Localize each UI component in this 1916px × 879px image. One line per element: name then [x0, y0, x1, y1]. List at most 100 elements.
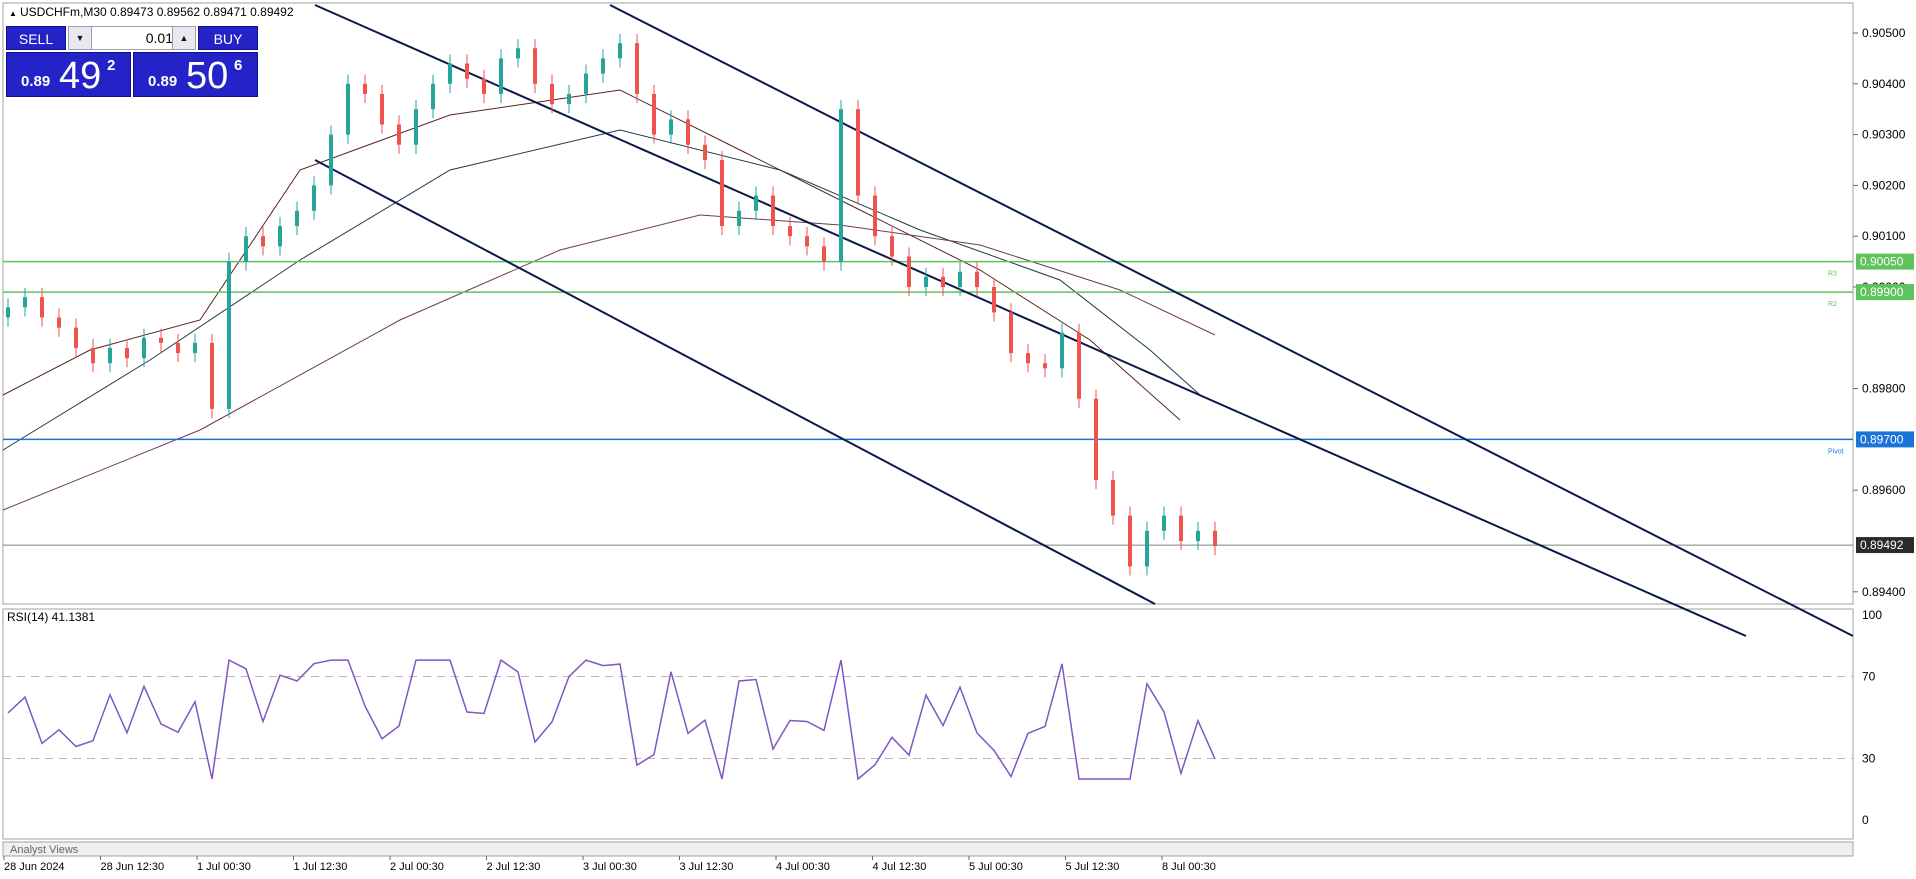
- rsi-title: RSI(14) 41.1381: [7, 610, 95, 624]
- time-tick-label: 4 Jul 00:30: [776, 861, 830, 873]
- lot-size-input[interactable]: [93, 28, 173, 48]
- candle-body: [1196, 530, 1200, 541]
- candle-body: [1145, 530, 1149, 567]
- candle-body: [74, 327, 78, 348]
- candle-body: [1111, 480, 1115, 516]
- candle-body: [992, 287, 996, 313]
- candle-body: [771, 195, 775, 227]
- candle-body: [703, 144, 707, 160]
- candle-body: [737, 210, 741, 227]
- candle-body: [652, 93, 656, 135]
- candle-body: [686, 119, 690, 145]
- time-tick-label: 28 Jun 12:30: [101, 861, 165, 873]
- triangle-up-icon[interactable]: ▲: [9, 9, 17, 18]
- candle-body: [465, 63, 469, 79]
- chevron-up-icon[interactable]: ▲: [172, 27, 195, 49]
- candle-body: [91, 347, 95, 364]
- bid-sup: 2: [107, 57, 116, 74]
- candle-body: [278, 226, 282, 247]
- candle-body: [6, 307, 10, 318]
- rsi-pane[interactable]: [2, 608, 1854, 840]
- time-tick-label: 3 Jul 00:30: [583, 861, 637, 873]
- price-tick-label: 0.89600: [1862, 483, 1906, 497]
- lot-size-stepper[interactable]: ▼ ▲: [68, 26, 196, 50]
- candle-body: [108, 347, 112, 364]
- ohlc-readout: 0.89473 0.89562 0.89471 0.89492: [110, 5, 294, 19]
- candle-body: [57, 317, 61, 328]
- time-tick-label: 1 Jul 12:30: [294, 861, 348, 873]
- candle-body: [1077, 332, 1081, 399]
- buy-button[interactable]: BUY: [198, 26, 258, 50]
- candle-body: [873, 195, 877, 237]
- candle-body: [550, 83, 554, 105]
- candle-body: [244, 236, 248, 262]
- price-pane[interactable]: [2, 2, 1854, 605]
- candle-body: [584, 73, 588, 94]
- candle-body: [159, 337, 163, 343]
- candle-body: [312, 185, 316, 211]
- candle-body: [720, 160, 724, 227]
- candle-body: [482, 78, 486, 94]
- time-tick-label: 5 Jul 00:30: [969, 861, 1023, 873]
- time-tick-label: 5 Jul 12:30: [1066, 861, 1120, 873]
- sell-button[interactable]: SELL: [6, 26, 66, 50]
- candle-body: [601, 58, 605, 74]
- candle-body: [822, 246, 826, 262]
- rsi-axis-label: 0: [1862, 813, 1869, 827]
- bid-quote[interactable]: 0.89 49 2: [6, 52, 131, 97]
- candle-body: [567, 93, 571, 105]
- candle-body: [499, 58, 503, 94]
- price-tick-label: 0.90400: [1862, 77, 1906, 91]
- symbol-title: USDCHFm,M30: [20, 5, 107, 19]
- ask-sup: 6: [234, 57, 243, 74]
- candle-body: [176, 342, 180, 354]
- candle-body: [839, 109, 843, 262]
- analyst-views-strip[interactable]: [2, 841, 1854, 857]
- candle-body: [1060, 332, 1064, 369]
- candle-body: [958, 271, 962, 287]
- ask-big: 50: [186, 55, 229, 97]
- candle-body: [516, 48, 520, 59]
- price-tick-label: 0.89800: [1862, 382, 1906, 396]
- time-tick-label: 2 Jul 12:30: [487, 861, 541, 873]
- candle-body: [363, 83, 367, 94]
- candle-body: [1179, 515, 1183, 541]
- price-tick-label: 0.90100: [1862, 229, 1906, 243]
- one-click-trading-panel: SELL ▼ ▲ BUY 0.89 49 2 0.89 50 6: [6, 26, 258, 97]
- time-tick-label: 28 Jun 2024: [4, 861, 65, 873]
- time-tick-label: 1 Jul 00:30: [197, 861, 251, 873]
- rsi-axis-label: 30: [1862, 752, 1876, 766]
- level-name: Pivot: [1828, 448, 1844, 455]
- candle-body: [890, 236, 894, 257]
- level-name: R2: [1828, 301, 1837, 308]
- chart-window[interactable]: Analyst Views ▲ USDCHFm,M30 0.89473 0.89…: [0, 0, 1916, 874]
- price-tick-label: 0.89400: [1862, 585, 1906, 599]
- chart-canvas[interactable]: Analyst Views ▲ USDCHFm,M30 0.89473 0.89…: [0, 0, 1916, 874]
- rsi-axis-label: 70: [1862, 670, 1876, 684]
- candle-body: [295, 210, 299, 227]
- candle-body: [635, 43, 639, 94]
- price-tick-label: 0.90200: [1862, 178, 1906, 192]
- analyst-views-label[interactable]: Analyst Views: [10, 844, 79, 856]
- candle-body: [1009, 312, 1013, 354]
- chevron-down-icon[interactable]: ▼: [69, 27, 92, 49]
- level-name: R3: [1828, 271, 1837, 278]
- time-tick-label: 2 Jul 00:30: [390, 861, 444, 873]
- candle-body: [210, 342, 214, 409]
- bid-prefix: 0.89: [21, 73, 51, 90]
- candle-body: [1128, 515, 1132, 567]
- candle-body: [941, 276, 945, 287]
- candle-body: [329, 134, 333, 186]
- candle-body: [193, 342, 197, 354]
- candle-body: [533, 48, 537, 84]
- ask-prefix: 0.89: [148, 73, 178, 90]
- candle-body: [618, 43, 622, 59]
- candle-body: [805, 236, 809, 247]
- ask-quote[interactable]: 0.89 50 6: [133, 52, 258, 97]
- candle-body: [856, 109, 860, 196]
- candle-body: [754, 195, 758, 211]
- time-tick-label: 8 Jul 00:30: [1162, 861, 1216, 873]
- candle-body: [431, 83, 435, 110]
- candle-body: [1043, 363, 1047, 369]
- candle-body: [125, 347, 129, 359]
